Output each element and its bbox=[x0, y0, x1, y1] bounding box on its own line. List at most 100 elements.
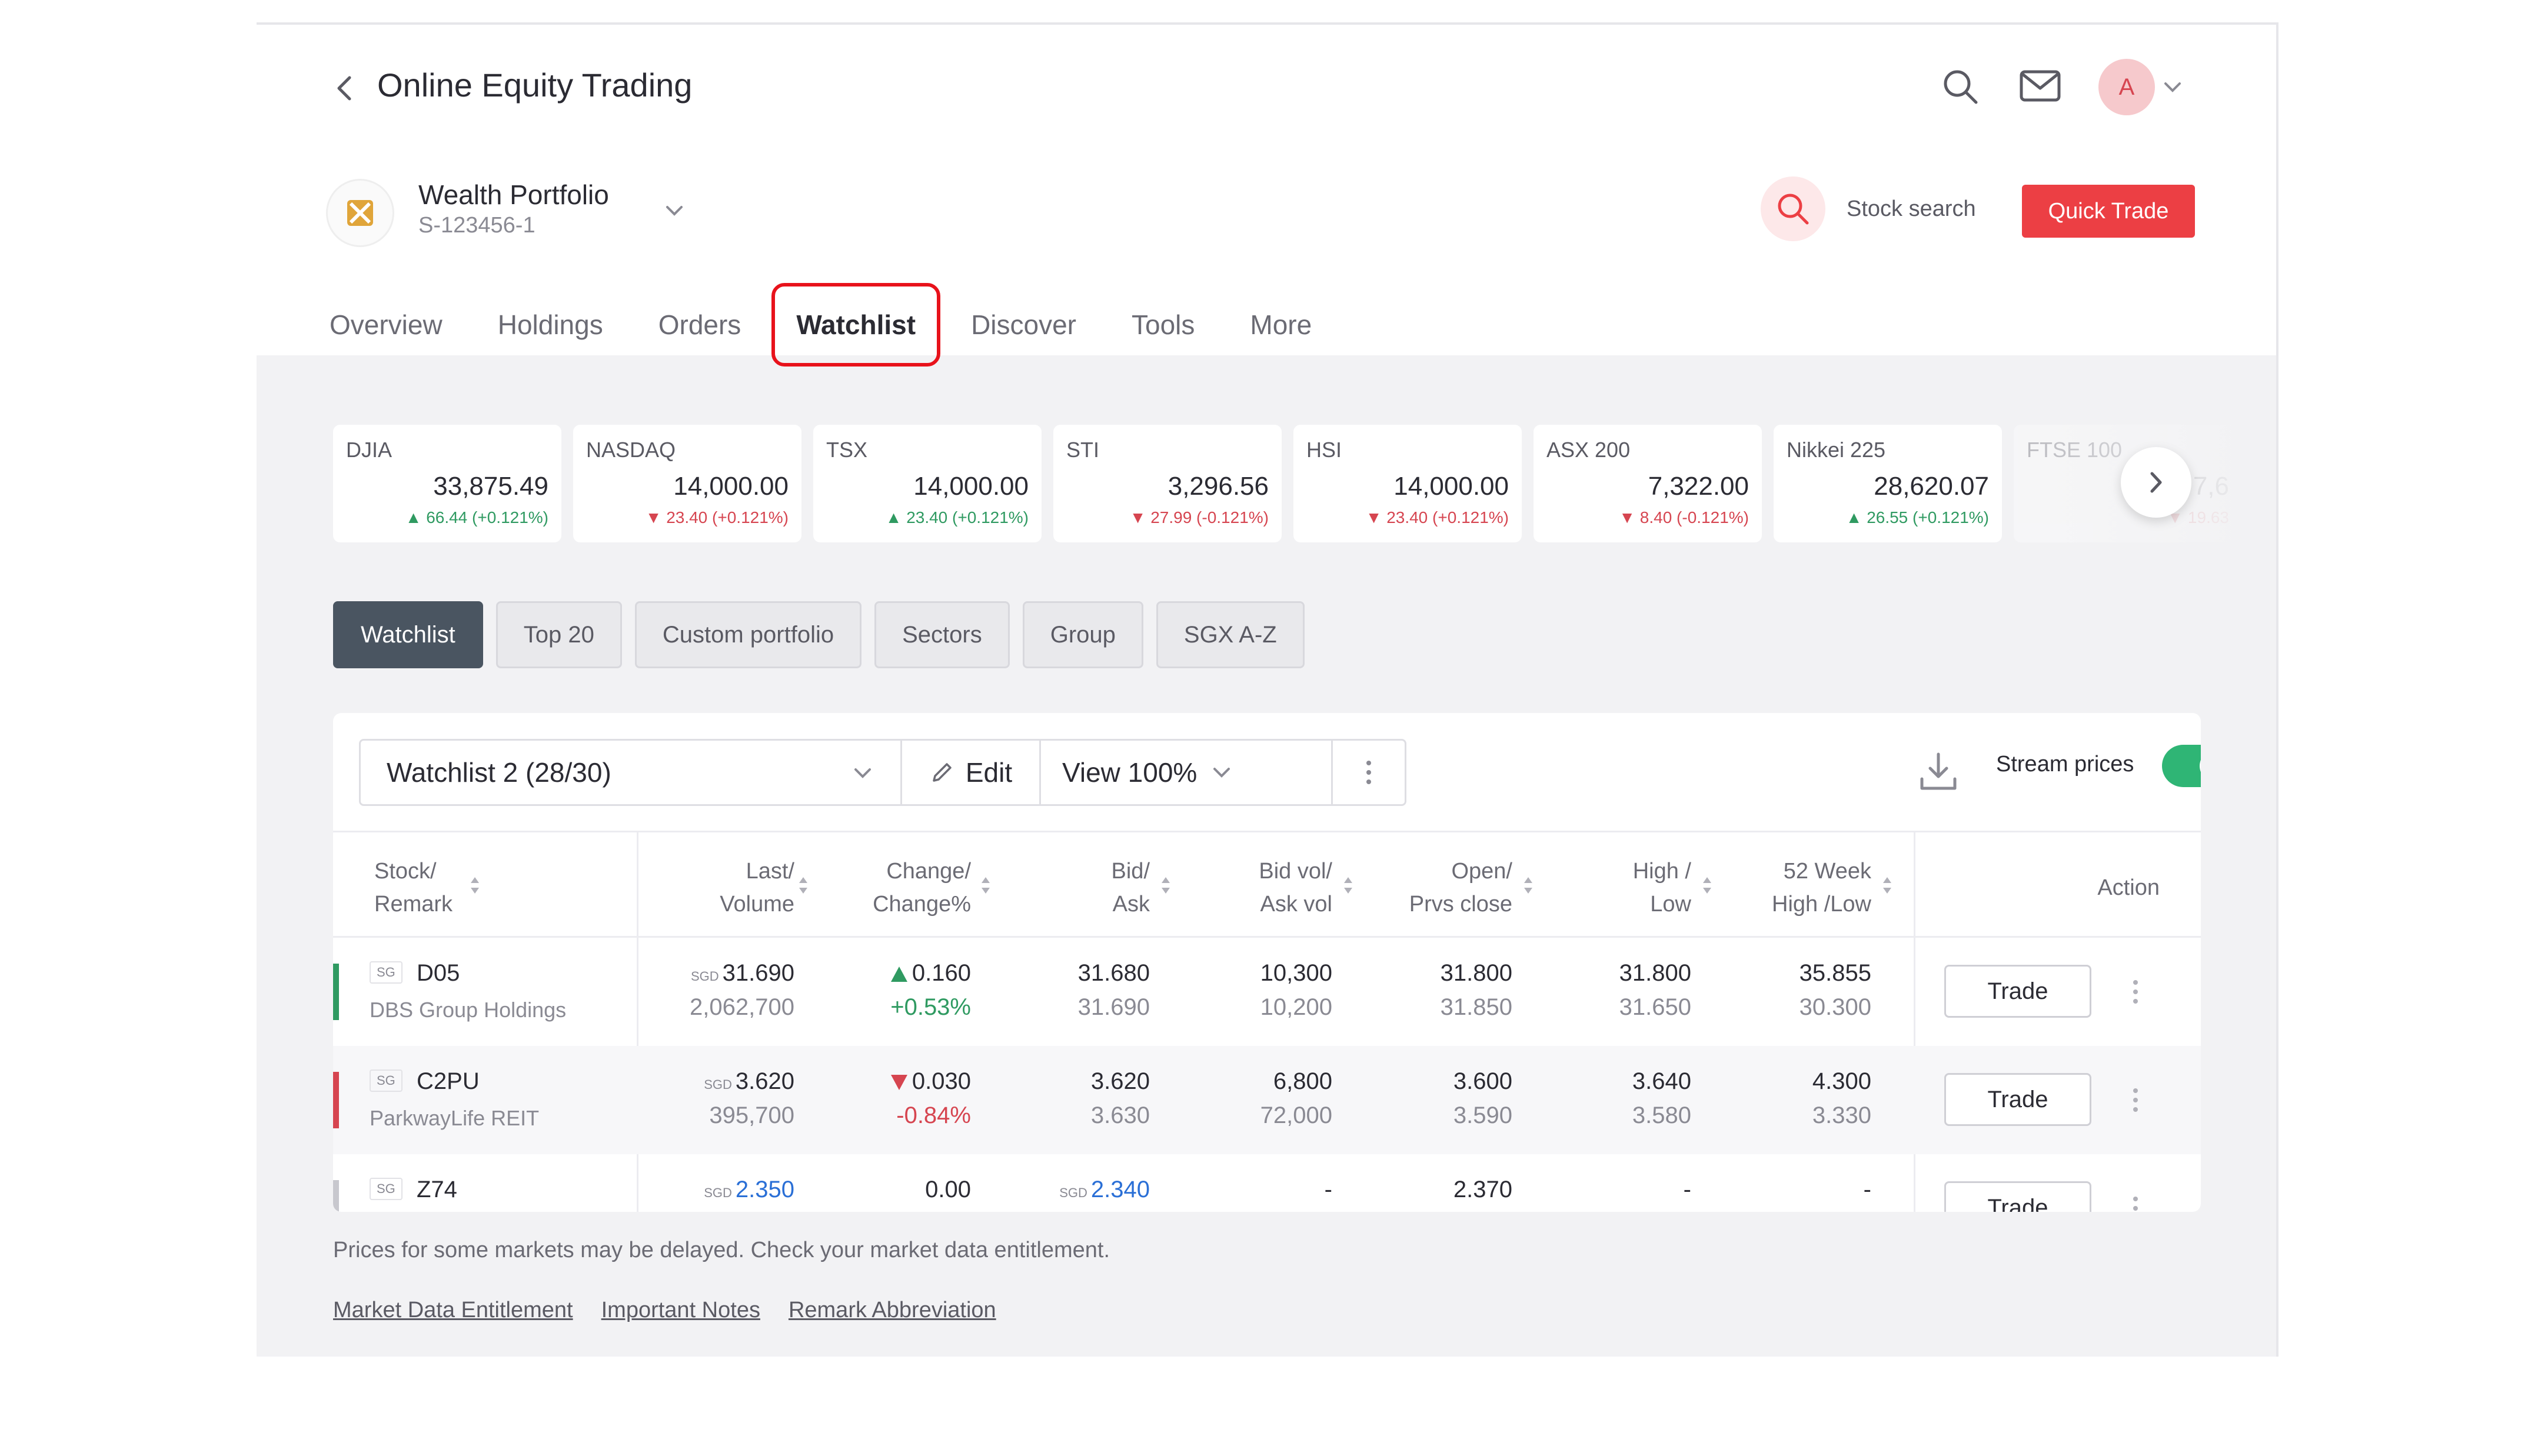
down-triangle-icon bbox=[890, 1075, 907, 1091]
col-high-low[interactable]: High / Low bbox=[1633, 855, 1691, 921]
week52-low: 3.330 bbox=[1812, 1102, 1871, 1128]
ask-vol: 72,000 bbox=[1260, 1102, 1332, 1128]
col-last-volume[interactable]: Last/Volume bbox=[720, 855, 794, 921]
col-stock[interactable]: Stock/Remark bbox=[374, 855, 453, 921]
main-tabs: Overview Holdings Orders Watchlist Disco… bbox=[330, 283, 1367, 367]
sort-icon[interactable] bbox=[470, 875, 480, 896]
index-value: 14,000.00 bbox=[913, 472, 1029, 501]
tab-discover[interactable]: Discover bbox=[971, 309, 1076, 341]
watchlist-select[interactable]: Watchlist 2 (28/30) bbox=[361, 741, 902, 804]
market-badge: SG bbox=[370, 1178, 403, 1200]
table-row[interactable]: SG D05 DBS Group Holdings SGD 31.690 2,06… bbox=[333, 938, 2201, 1046]
index-card-hsi[interactable]: HSI 14,000.00 ▼ 23.40 (+0.121%) bbox=[1293, 425, 1522, 542]
sort-icon[interactable] bbox=[1702, 875, 1712, 896]
stock-code[interactable]: C2PU bbox=[417, 1068, 480, 1095]
sort-icon[interactable] bbox=[1523, 875, 1534, 896]
stock-code[interactable]: Z74 bbox=[417, 1177, 457, 1203]
week52-high: - bbox=[1863, 1177, 1871, 1202]
up-arrow-icon: ▲ bbox=[405, 508, 427, 527]
stock-code[interactable]: D05 bbox=[417, 960, 460, 987]
sort-icon[interactable] bbox=[1160, 875, 1171, 896]
col-bidvol-askvol[interactable]: Bid vol/Ask vol bbox=[1259, 855, 1332, 921]
trade-button[interactable]: Trade bbox=[1944, 1181, 2091, 1212]
col-bid-ask[interactable]: Bid/Ask bbox=[1112, 855, 1150, 921]
tab-watchlist[interactable]: Watchlist bbox=[771, 283, 940, 367]
more-vertical-icon[interactable] bbox=[2127, 1191, 2144, 1212]
scroll-right-button[interactable] bbox=[2121, 447, 2191, 518]
sort-icon[interactable] bbox=[798, 875, 809, 896]
tab-tools[interactable]: Tools bbox=[1132, 309, 1195, 341]
chip-sgx-az[interactable]: SGX A-Z bbox=[1156, 601, 1305, 668]
ask: 3.630 bbox=[1090, 1102, 1150, 1128]
mail-icon[interactable] bbox=[2019, 69, 2061, 102]
trade-button[interactable]: Trade bbox=[1944, 1073, 2091, 1126]
search-icon[interactable] bbox=[1940, 66, 1981, 107]
link-important-notes[interactable]: Important Notes bbox=[601, 1298, 760, 1323]
view-select-value: View 100% bbox=[1062, 757, 1198, 788]
chevron-down-icon[interactable] bbox=[2162, 79, 2183, 95]
stock-search-button[interactable]: Stock search bbox=[1761, 176, 1976, 241]
chevron-right-icon bbox=[2150, 472, 2162, 493]
stream-prices-toggle[interactable] bbox=[2162, 745, 2201, 787]
col-52week[interactable]: 52 Week High /Low bbox=[1772, 855, 1871, 921]
edit-button[interactable]: Edit bbox=[902, 741, 1041, 804]
chip-top20[interactable]: Top 20 bbox=[495, 601, 622, 668]
table-row[interactable]: SG C2PU ParkwayLife REIT SGD 3.620 395,70… bbox=[333, 1046, 2201, 1154]
col-change[interactable]: Change/Change% bbox=[873, 855, 971, 921]
more-vertical-icon[interactable] bbox=[2127, 1082, 2144, 1118]
market-data-disclaimer: Prices for some markets may be delayed. … bbox=[333, 1238, 1110, 1262]
index-card-sti[interactable]: STI 3,296.56 ▼ 27.99 (-0.121%) bbox=[1053, 425, 1282, 542]
link-market-data-entitlement[interactable]: Market Data Entitlement bbox=[333, 1298, 573, 1323]
trade-button[interactable]: Trade bbox=[1944, 965, 2091, 1018]
index-name: STI bbox=[1066, 438, 1100, 462]
chip-custom-portfolio[interactable]: Custom portfolio bbox=[634, 601, 862, 668]
table-header: Stock/Remark Last/Volume Change/Change% … bbox=[333, 831, 2201, 938]
index-name: DJIA bbox=[346, 438, 392, 462]
index-name: ASX 200 bbox=[1546, 438, 1631, 462]
watchlist-select-value: Watchlist 2 (28/30) bbox=[387, 757, 611, 788]
pencil-icon bbox=[933, 763, 952, 782]
chip-group[interactable]: Group bbox=[1022, 601, 1143, 668]
index-card-djia[interactable]: DJIA 33,875.49 ▲ 66.44 (+0.121%) bbox=[333, 425, 561, 542]
index-value: 3,296.56 bbox=[1167, 472, 1269, 501]
table-row[interactable]: SG Z74 SGD 2.350 0.00 SGD 2.340 - 2.370 - … bbox=[333, 1154, 2201, 1212]
last-price: SGD 31.690 bbox=[690, 960, 794, 986]
chip-watchlist[interactable]: Watchlist bbox=[333, 601, 483, 668]
watchlist-panel: Watchlist 2 (28/30) Edit View 100% Strea… bbox=[333, 713, 2201, 1212]
index-name: Nikkei 225 bbox=[1787, 438, 1886, 462]
quick-trade-button[interactable]: Quick Trade bbox=[2022, 185, 2195, 238]
download-icon[interactable] bbox=[1916, 749, 1961, 794]
tab-orders[interactable]: Orders bbox=[658, 309, 741, 341]
back-arrow-icon[interactable] bbox=[327, 71, 362, 106]
col-open-prvsclose[interactable]: Open/Prvs close bbox=[1409, 855, 1512, 921]
index-change: ▲ 66.44 (+0.121%) bbox=[405, 508, 548, 527]
toolbar-more-button[interactable] bbox=[1333, 741, 1405, 804]
portfolio-name[interactable]: Wealth Portfolio bbox=[418, 179, 609, 211]
change-value: 0.030 bbox=[890, 1068, 971, 1095]
index-card-tsx[interactable]: TSX 14,000.00 ▲ 23.40 (+0.121%) bbox=[813, 425, 1042, 542]
down-arrow-icon: ▼ bbox=[1129, 508, 1151, 527]
tab-more[interactable]: More bbox=[1250, 309, 1312, 341]
link-remark-abbreviation[interactable]: Remark Abbreviation bbox=[789, 1298, 996, 1323]
more-vertical-icon[interactable] bbox=[2127, 974, 2144, 1009]
tab-holdings[interactable]: Holdings bbox=[498, 309, 603, 341]
chip-sectors[interactable]: Sectors bbox=[874, 601, 1010, 668]
low: 31.650 bbox=[1619, 994, 1691, 1020]
trend-bar-up bbox=[333, 964, 339, 1020]
app-frame: Online Equity Trading A Wealth Portfolio… bbox=[257, 22, 2278, 1357]
sort-icon[interactable] bbox=[980, 875, 991, 896]
last-price: SGD 3.620 bbox=[704, 1068, 794, 1094]
tab-overview[interactable]: Overview bbox=[330, 309, 443, 341]
change-value: 0.160 bbox=[890, 960, 971, 987]
view-zoom-select[interactable]: View 100% bbox=[1041, 741, 1333, 804]
portfolio-chevron-down-icon[interactable] bbox=[663, 201, 686, 219]
col-action: Action bbox=[2097, 875, 2160, 900]
sort-icon[interactable] bbox=[1882, 875, 1892, 896]
user-avatar[interactable]: A bbox=[2098, 59, 2155, 115]
low: 3.580 bbox=[1632, 1102, 1691, 1128]
index-card-nikkei225[interactable]: Nikkei 225 28,620.07 ▲ 26.55 (+0.121%) bbox=[1774, 425, 2002, 542]
sort-icon[interactable] bbox=[1343, 875, 1353, 896]
page-header: Online Equity Trading A Wealth Portfolio… bbox=[257, 25, 2276, 367]
index-card-nasdaq[interactable]: NASDAQ 14,000.00 ▼ 23.40 (+0.121%) bbox=[573, 425, 801, 542]
index-card-asx200[interactable]: ASX 200 7,322.00 ▼ 8.40 (-0.121%) bbox=[1534, 425, 1762, 542]
